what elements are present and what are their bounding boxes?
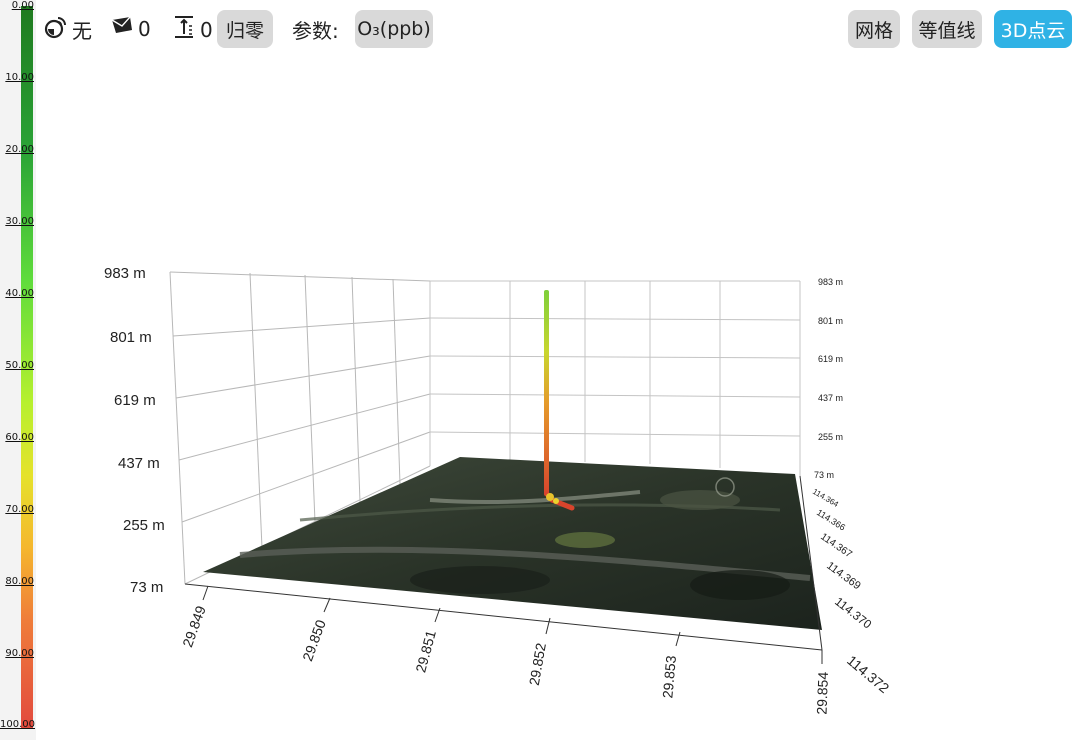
latitude-label: 29.851 (412, 628, 439, 674)
param-select-button[interactable]: O₃(ppb) (355, 10, 433, 48)
3d-plot[interactable]: 983 m 801 m 619 m 437 m 255 m 73 m 983 m… (40, 60, 1080, 740)
back-wall-grid (429, 280, 801, 476)
message-icon (110, 15, 138, 42)
altitude-axis-right: 983 m 801 m 619 m 437 m 255 m 73 m (814, 277, 843, 480)
height-count: 0 (200, 17, 213, 42)
legend-tick: 0.00 (11, 0, 34, 11)
longitude-label: 114.366 (815, 507, 847, 532)
legend-tick: 50.00 (5, 360, 34, 371)
legend-tick: 40.00 (5, 288, 34, 299)
latitude-label: 29.854 (814, 671, 831, 715)
altitude-label: 619 m (114, 392, 156, 409)
longitude-label: 114.372 (844, 652, 892, 696)
altitude-label: 801 m (110, 329, 152, 346)
pointcloud-button[interactable]: 3D点云 (994, 10, 1072, 48)
altitude-axis-left: 983 m 801 m 619 m 437 m 255 m 73 m (104, 265, 165, 596)
reset-button[interactable]: 归零 (217, 10, 273, 48)
color-legend: 0.00 10.00 20.00 30.00 40.00 50.00 60.00… (0, 0, 36, 740)
latitude-label: 29.852 (526, 642, 549, 687)
legend-tick: 30.00 (5, 216, 34, 227)
altitude-label: 255 m (123, 517, 165, 534)
altitude-label: 619 m (818, 354, 843, 364)
param-label: 参数: (292, 19, 339, 43)
altitude-label: 983 m (104, 265, 146, 282)
altitude-label: 437 m (818, 393, 843, 403)
longitude-label: 114.367 (818, 531, 854, 560)
legend-tick: 90.00 (5, 648, 34, 659)
longitude-label: 114.369 (824, 560, 863, 593)
longitude-label: 114.370 (832, 594, 874, 631)
message-count: 0 (138, 16, 151, 41)
message-status: 0 (110, 15, 151, 42)
signal-status: 无 (44, 15, 92, 44)
satellite-icon (44, 15, 72, 44)
legend-tick: 20.00 (5, 144, 34, 155)
legend-tick: 80.00 (5, 576, 34, 587)
altitude-label: 255 m (818, 432, 843, 442)
altitude-label: 983 m (818, 277, 843, 287)
toolbar: 无 0 0 归零 参数: O₃(ppb) 网格 等值线 3D点云 (44, 10, 1072, 50)
legend-tick: 70.00 (5, 504, 34, 515)
longitude-label: 114.364 (811, 487, 841, 509)
legend-tick: 10.00 (5, 72, 34, 83)
altitude-label: 437 m (118, 455, 160, 472)
legend-tick: 100.00 (0, 719, 35, 730)
height-status: 0 (172, 15, 213, 44)
contour-button[interactable]: 等值线 (912, 10, 982, 48)
legend-tick: 60.00 (5, 432, 34, 443)
satellite-ground-map (203, 457, 822, 630)
altitude-label: 73 m (130, 579, 163, 596)
latitude-label: 29.849 (179, 603, 209, 649)
height-ruler-icon (172, 15, 200, 44)
altitude-label: 801 m (818, 316, 843, 326)
longitude-axis: 114.364 114.366 114.367 114.369 114.370 … (811, 487, 892, 696)
latitude-label: 29.850 (299, 617, 329, 663)
altitude-label: 73 m (814, 470, 834, 480)
signal-value: 无 (72, 19, 92, 43)
grid-button[interactable]: 网格 (848, 10, 900, 48)
latitude-label: 29.853 (659, 655, 679, 699)
